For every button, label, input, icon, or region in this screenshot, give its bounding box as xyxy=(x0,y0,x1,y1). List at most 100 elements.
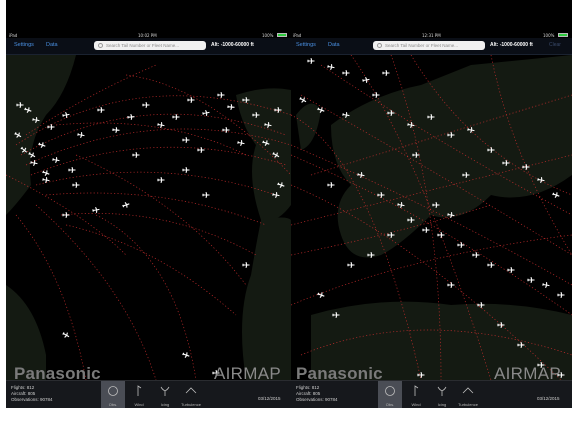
circle-icon xyxy=(108,386,118,396)
map-date: 03/12/2015 xyxy=(537,396,560,401)
settings-button[interactable]: Settings xyxy=(14,42,34,48)
search-input[interactable]: Search Tail Number or Fleet Name... xyxy=(373,41,485,50)
bottom-bar: Flights: 812 Aircraft: 805 Observations:… xyxy=(6,380,291,409)
tool-turbulence[interactable]: Turbulence xyxy=(456,381,480,409)
aircraft-shape xyxy=(202,110,210,116)
altitude-filter[interactable]: Alt: -1000-60000 ft xyxy=(211,42,254,48)
aircraft-icon xyxy=(77,132,85,138)
tool-icing[interactable]: Icing xyxy=(430,381,454,409)
aircraft-icon xyxy=(38,142,46,148)
aircraft-icon xyxy=(142,102,150,108)
aircraft-shape xyxy=(142,102,150,108)
flight-stats: Flights: 812 Aircraft: 805 Observations:… xyxy=(11,385,53,402)
left-screen: iPad 10:02 PM 100% Settings Data Search … xyxy=(6,0,291,423)
aircraft-shape xyxy=(242,262,250,268)
flight-track xyxy=(60,213,257,256)
aircraft-icon xyxy=(97,107,105,113)
aircraft-shape xyxy=(362,77,370,83)
aircraft-icon xyxy=(157,177,165,183)
tool-obs[interactable]: Obs. xyxy=(101,381,125,409)
aircraft-icon xyxy=(242,262,250,268)
map-date: 03/12/2015 xyxy=(258,396,281,401)
clear-button[interactable]: Clear xyxy=(549,42,561,48)
aircraft-shape xyxy=(187,97,195,103)
aircraft-icon xyxy=(217,92,225,98)
search-input[interactable]: Search Tail Number or Fleet Name... xyxy=(94,41,206,50)
aircraft-shape xyxy=(507,267,515,273)
tool-turbulence[interactable]: Turbulence xyxy=(179,381,203,409)
tool-obs[interactable]: Obs. xyxy=(378,381,402,409)
battery-icon xyxy=(558,33,568,37)
tool-obs-label: Obs. xyxy=(385,402,395,407)
aircraft-shape xyxy=(237,140,245,146)
africa-landmass xyxy=(242,217,291,380)
aircraft-icon xyxy=(72,182,80,188)
flight-map[interactable] xyxy=(6,55,291,380)
aircraft-shape xyxy=(62,112,70,118)
aircraft-shape xyxy=(557,292,565,298)
observations-count: Observations: 90784 xyxy=(296,396,338,402)
aircraft-shape xyxy=(202,192,210,198)
wind-barb-icon xyxy=(414,385,419,396)
tool-icing[interactable]: Icing xyxy=(153,381,177,409)
aircraft-shape xyxy=(30,160,38,166)
aircraft-shape xyxy=(317,292,325,298)
aircraft-shape xyxy=(62,212,70,218)
search-placeholder: Search Tail Number or Fleet Name... xyxy=(106,43,179,48)
wind-barb-icon xyxy=(137,385,142,396)
tool-wind[interactable]: Wind xyxy=(127,381,151,409)
flight-stats: Flights: 812 Aircraft: 805 Observations:… xyxy=(296,385,338,402)
aircraft-shape xyxy=(542,282,550,288)
settings-button[interactable]: Settings xyxy=(296,42,316,48)
aircraft-shape xyxy=(307,58,315,64)
aircraft-icon xyxy=(347,262,355,268)
status-bar xyxy=(6,0,291,32)
tool-turbulence-label: Turbulence xyxy=(181,402,201,407)
aircraft-shape xyxy=(42,170,50,176)
europe-landmass xyxy=(236,88,291,221)
aircraft-icon xyxy=(127,114,135,120)
aircraft-icon xyxy=(487,262,495,268)
tool-icing-label: Icing xyxy=(437,402,447,407)
flight-track xyxy=(75,154,247,286)
aircraft-shape xyxy=(422,227,430,233)
aircraft-icon xyxy=(52,157,60,163)
aircraft-icon xyxy=(507,267,515,273)
aircraft-icon xyxy=(122,202,130,208)
right-screen: iPad 12:31 PM 100% Settings Data Search … xyxy=(291,0,572,423)
aircraft-shape xyxy=(487,262,495,268)
aircraft-icon xyxy=(182,137,190,143)
data-button[interactable]: Data xyxy=(46,42,58,48)
aircraft-shape xyxy=(92,207,100,213)
aircraft-icon xyxy=(422,227,430,233)
aircraft-shape xyxy=(437,232,445,238)
search-placeholder: Search Tail Number or Fleet Name... xyxy=(385,43,458,48)
aircraft-shape xyxy=(122,202,130,208)
flight-map-canvas[interactable] xyxy=(6,55,291,380)
altitude-filter[interactable]: Alt: -1000-60000 ft xyxy=(490,42,533,48)
status-bar xyxy=(291,0,572,32)
aircraft-shape xyxy=(552,192,560,198)
aircraft-shape xyxy=(347,262,355,268)
north-america-landmass xyxy=(6,55,76,215)
flight-map-canvas[interactable] xyxy=(291,55,572,380)
tool-wind-label: Wind xyxy=(411,402,421,407)
aircraft-icon xyxy=(447,282,455,288)
frame-edge xyxy=(291,408,572,423)
flight-track xyxy=(35,171,277,196)
observations-count: Observations: 90784 xyxy=(11,396,53,402)
aircraft-shape xyxy=(42,177,50,183)
aircraft-shape xyxy=(127,114,135,120)
tool-wind[interactable]: Wind xyxy=(404,381,428,409)
icing-icon xyxy=(437,386,447,396)
flight-map[interactable] xyxy=(291,55,572,380)
turbulence-icon xyxy=(185,387,197,394)
europe-landmass xyxy=(331,55,572,258)
aircraft-icon xyxy=(227,104,235,110)
data-button[interactable]: Data xyxy=(328,42,340,48)
aircraft-icon xyxy=(362,77,370,83)
toolbar: Settings Data Search Tail Number or Flee… xyxy=(291,38,572,55)
aircraft-icon xyxy=(552,192,560,198)
flight-track xyxy=(55,122,247,156)
aircraft-icon xyxy=(92,207,100,213)
